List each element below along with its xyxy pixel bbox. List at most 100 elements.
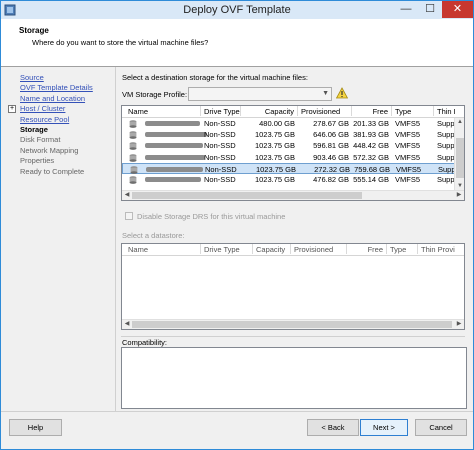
cell-provisioned: 646.06 GB <box>313 130 349 140</box>
scroll-up-icon[interactable]: ▲ <box>455 119 464 125</box>
datastore-table[interactable]: Name Drive Type Capacity Provisioned Fre… <box>121 105 465 201</box>
table-row[interactable]: Non-SSD 1023.75 GB 476.82 GB 555.14 GB VMFS5… <box>122 174 455 185</box>
compatibility-box <box>121 347 467 409</box>
select-datastore-label: Select a datastore: <box>122 231 185 240</box>
column-header-provisioned[interactable]: Provisioned <box>298 106 352 116</box>
datastore-icon <box>130 166 138 174</box>
compatibility-label: Compatibility: <box>122 338 168 347</box>
cell-free: 555.14 GB <box>353 174 389 184</box>
cell-capacity: 1023.75 GB <box>254 141 295 151</box>
column-header-drive-type[interactable]: Drive Type <box>201 106 241 116</box>
expand-icon[interactable]: + <box>8 105 16 114</box>
cell-thin: Supp <box>437 130 455 140</box>
step-network-mapping: Network Mapping <box>7 146 115 156</box>
step-label: Storage <box>20 124 48 134</box>
table-header: Name Drive Type Capacity Provisioned Fre… <box>122 244 464 256</box>
scrollbar-thumb[interactable] <box>132 192 362 199</box>
wizard-header: Storage Where do you want to store the v… <box>1 19 473 67</box>
cell-type: VMFS5 <box>395 174 421 184</box>
step-label: Disk Format <box>20 135 61 145</box>
table-row[interactable]: Non-SSD 1023.75 GB 903.46 GB 572.32 GB VMFS5… <box>122 152 455 163</box>
step-label: Host / Cluster <box>20 104 66 114</box>
scroll-right-icon[interactable]: ▶ <box>454 320 464 329</box>
column-header-thin[interactable]: Thin I <box>434 106 464 116</box>
redacted-name <box>146 166 203 172</box>
destination-label: Select a destination storage for the vir… <box>122 73 308 82</box>
table-row[interactable]: Non-SSD 480.00 GB 278.67 GB 201.33 GB VMFS5 S… <box>122 118 455 129</box>
wizard-steps: Source OVF Template Details Name and Loc… <box>7 73 115 177</box>
column-header-name[interactable]: Name <box>125 106 201 116</box>
cell-drive-type: Non-SSD <box>204 130 236 140</box>
help-button[interactable]: Help <box>9 419 62 436</box>
scroll-left-icon[interactable]: ◀ <box>122 191 132 200</box>
step-source[interactable]: Source <box>7 73 115 83</box>
column-header-provisioned: Provisioned <box>291 244 347 254</box>
checkbox-icon <box>125 212 133 220</box>
step-label: OVF Template Details <box>20 83 93 93</box>
table-row[interactable]: Non-SSD 1023.75 GB 646.06 GB 381.93 GB VMFS5… <box>122 129 455 140</box>
maximize-button[interactable]: ☐ <box>418 1 442 18</box>
table-row[interactable]: Non-SSD 1023.75 GB 596.81 GB 448.42 GB VMFS5… <box>122 140 455 151</box>
step-label: Name and Location <box>20 93 86 103</box>
horizontal-scrollbar[interactable]: ◀ ▶ <box>122 319 464 329</box>
title-bar: Deploy OVF Template — ☐ ✕ <box>1 1 473 19</box>
warning-icon <box>336 87 348 99</box>
column-header-free[interactable]: Free <box>352 106 392 116</box>
step-label: Resource Pool <box>20 114 70 124</box>
scrollbar-thumb[interactable] <box>456 138 464 178</box>
horizontal-scrollbar[interactable]: ◀ ▶ <box>122 190 464 200</box>
column-header-capacity[interactable]: Capacity <box>241 106 298 116</box>
page-title: Storage <box>19 26 49 35</box>
cell-drive-type: Non-SSD <box>204 152 236 162</box>
cell-thin: Supp <box>437 174 455 184</box>
cell-capacity: 480.00 GB <box>259 119 295 128</box>
divider <box>121 336 465 337</box>
datastore-icon <box>129 120 137 128</box>
redacted-name <box>145 132 207 138</box>
storage-profile-select[interactable]: ▼ <box>188 87 332 101</box>
cell-provisioned: 278.67 GB <box>313 119 349 128</box>
scroll-right-icon[interactable]: ▶ <box>454 191 464 200</box>
step-label: Ready to Complete <box>20 166 85 176</box>
table-header: Name Drive Type Capacity Provisioned Fre… <box>122 106 464 118</box>
disable-sdrs-checkbox: Disable Storage DRS for this virtual mac… <box>125 212 285 221</box>
next-button[interactable]: Next > <box>360 419 408 436</box>
storage-profile-label: VM Storage Profile: <box>122 90 188 99</box>
scroll-left-icon[interactable]: ◀ <box>122 320 132 329</box>
redacted-name <box>145 143 203 149</box>
cell-provisioned: 596.81 GB <box>313 141 349 151</box>
wizard-footer: Help < Back Next > Cancel <box>1 411 473 449</box>
cell-type: VMFS5 <box>395 119 421 128</box>
step-name-and-location[interactable]: Name and Location <box>7 94 115 104</box>
datastore-icon <box>129 153 137 162</box>
step-label: Source <box>20 73 44 82</box>
step-disk-format: Disk Format <box>7 135 115 145</box>
cell-free: 381.93 GB <box>353 130 389 140</box>
cell-type: VMFS5 <box>395 130 421 140</box>
step-resource-pool[interactable]: Resource Pool <box>7 115 115 125</box>
cell-type: VMFS5 <box>395 141 421 151</box>
page-subtitle: Where do you want to store the virtual m… <box>32 38 209 47</box>
redacted-name <box>145 176 201 182</box>
column-header-capacity: Capacity <box>253 244 291 254</box>
cancel-button[interactable]: Cancel <box>415 419 467 436</box>
step-host-cluster[interactable]: + Host / Cluster <box>7 104 115 114</box>
column-header-type[interactable]: Type <box>392 106 434 116</box>
scroll-down-icon[interactable]: ▼ <box>455 183 464 189</box>
close-button[interactable]: ✕ <box>442 1 473 18</box>
column-header-thin: Thin Provi <box>418 244 464 254</box>
cell-thin: Supp <box>437 119 455 128</box>
back-button[interactable]: < Back <box>307 419 359 436</box>
cell-type: VMFS5 <box>395 152 421 162</box>
table-row[interactable]: Non-SSD 1023.75 GB 272.32 GB 759.68 GB VMFS5… <box>122 162 456 174</box>
step-ovf-template-details[interactable]: OVF Template Details <box>7 83 115 93</box>
vertical-scrollbar[interactable]: ▲ ▼ <box>454 118 464 190</box>
step-label: Network Mapping <box>20 145 79 155</box>
column-header-free: Free <box>347 244 387 254</box>
cell-capacity: 1023.75 GB <box>254 152 295 162</box>
divider <box>115 67 116 411</box>
cell-thin: Supp <box>437 141 455 151</box>
scrollbar-thumb[interactable] <box>132 321 452 328</box>
minimize-button[interactable]: — <box>394 1 418 18</box>
datastore-detail-table[interactable]: Name Drive Type Capacity Provisioned Fre… <box>121 243 465 330</box>
